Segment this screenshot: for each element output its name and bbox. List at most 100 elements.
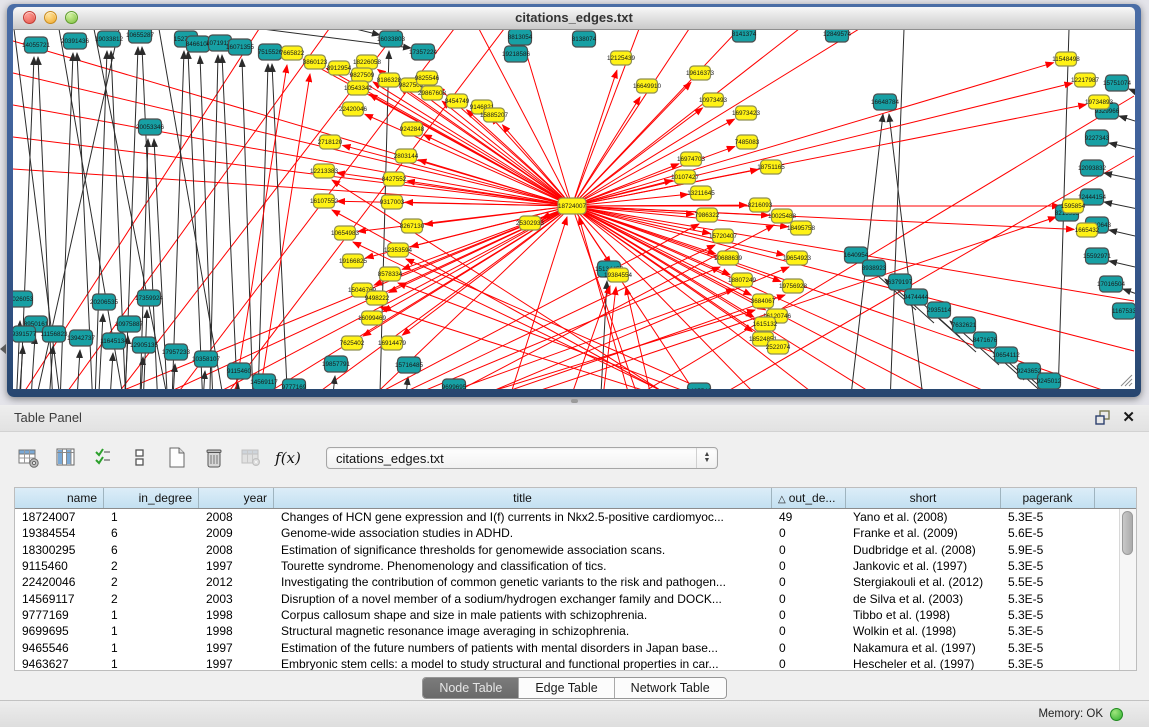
column-header-name[interactable]: name	[15, 488, 104, 508]
table-cell-in_degree[interactable]: 1	[104, 624, 199, 638]
table-cell-short[interactable]: Stergiakouli et al. (2012)	[846, 575, 1001, 589]
function-builder-icon[interactable]: f(x)	[275, 445, 301, 471]
graph-edge[interactable]	[75, 350, 80, 389]
table-cell-year[interactable]: 1997	[199, 641, 274, 655]
window-resize-grip[interactable]	[1117, 371, 1133, 387]
delete-table-icon[interactable]	[201, 445, 227, 471]
show-columns-icon[interactable]	[53, 445, 79, 471]
graph-edge[interactable]	[572, 105, 1086, 206]
table-cell-short[interactable]: Franke et al. (2009)	[846, 526, 1001, 540]
graph-edge[interactable]	[257, 64, 268, 389]
table-cell-out_de[interactable]: 0	[772, 526, 846, 540]
table-row[interactable]: 1456911722003Disruption of a novel membe…	[15, 590, 1120, 606]
graph-edge[interactable]	[419, 217, 1056, 389]
scrollbar-thumb[interactable]	[1122, 511, 1133, 555]
table-row[interactable]: 1830029562008Estimation of significance …	[15, 542, 1120, 558]
table-cell-year[interactable]: 2008	[199, 510, 274, 524]
graph-edge[interactable]	[572, 97, 640, 206]
table-cell-name[interactable]: 14569117	[15, 592, 104, 606]
graph-edge[interactable]	[626, 287, 659, 389]
table-cell-out_de[interactable]: 0	[772, 592, 846, 606]
graph-edge[interactable]	[299, 30, 380, 35]
graph-edge[interactable]	[599, 287, 616, 389]
panel-collapse-arrow-icon[interactable]	[0, 344, 6, 354]
table-cell-in_degree[interactable]: 2	[104, 592, 199, 606]
table-cell-title[interactable]: Estimation of the future numbers of pati…	[274, 641, 772, 655]
table-row[interactable]: 969969511998Structural magnetic resonanc…	[15, 623, 1120, 639]
graph-edge[interactable]	[29, 336, 35, 389]
table-cell-short[interactable]: Tibbo et al. (1998)	[846, 608, 1001, 622]
table-cell-name[interactable]: 19384554	[15, 526, 104, 540]
table-cell-year[interactable]: 1997	[199, 657, 274, 670]
graph-edge[interactable]	[171, 51, 184, 389]
table-row[interactable]: 1938455462009Genome-wide association stu…	[15, 525, 1120, 541]
table-cell-pagerank[interactable]: 5.3E-5	[1001, 559, 1095, 573]
table-cell-out_de[interactable]: 0	[772, 559, 846, 573]
table-cell-title[interactable]: Embryonic stem cells: a model to study s…	[274, 657, 772, 670]
window-titlebar[interactable]: citations_edges.txt	[13, 7, 1135, 30]
graph-edge[interactable]	[889, 114, 927, 389]
graph-edge[interactable]	[209, 206, 572, 389]
table-cell-pagerank[interactable]: 5.9E-5	[1001, 543, 1095, 557]
float-panel-icon[interactable]	[1095, 410, 1111, 425]
table-row[interactable]: 977716911998Corpus callosum shape and si…	[15, 607, 1120, 623]
table-row[interactable]: 946554611997Estimation of the future num…	[15, 639, 1120, 655]
column-header-short[interactable]: short	[846, 488, 1001, 508]
table-cell-year[interactable]: 2003	[199, 592, 274, 606]
table-selector-dropdown[interactable]: citations_edges.txt ▲▼	[326, 447, 718, 469]
graph-edge[interactable]	[402, 206, 572, 269]
column-header-out_de[interactable]: △out_de...	[772, 488, 846, 508]
table-cell-title[interactable]: Estimation of significance thresholds fo…	[274, 543, 772, 557]
table-cell-out_de[interactable]: 49	[772, 510, 846, 524]
table-cell-out_de[interactable]: 0	[772, 608, 846, 622]
table-cell-pagerank[interactable]: 5.3E-5	[1001, 608, 1095, 622]
graph-edge[interactable]	[397, 267, 789, 389]
table-cell-name[interactable]: 18300295	[15, 543, 104, 557]
table-cell-name[interactable]: 9465546	[15, 641, 104, 655]
graph-edge[interactable]	[1129, 89, 1135, 97]
table-options-icon[interactable]	[16, 445, 42, 471]
graph-edge[interactable]	[1123, 289, 1135, 298]
vertical-scrollbar[interactable]	[1119, 509, 1136, 670]
close-panel-icon[interactable]: ✕	[1122, 408, 1135, 428]
graph-edge[interactable]	[659, 156, 1134, 389]
table-cell-out_de[interactable]: 0	[772, 624, 846, 638]
citation-network-graph[interactable]: 1405572120391436190338121065528715276028…	[13, 30, 1135, 389]
table-cell-year[interactable]: 2008	[199, 543, 274, 557]
table-cell-short[interactable]: de Silva et al. (2003)	[846, 592, 1001, 606]
table-cell-out_de[interactable]: 0	[772, 641, 846, 655]
table-cell-title[interactable]: Disruption of a novel member of a sodium…	[274, 592, 772, 606]
table-cell-year[interactable]: 1997	[199, 559, 274, 573]
table-cell-in_degree[interactable]: 1	[104, 641, 199, 655]
table-cell-in_degree[interactable]: 6	[104, 526, 199, 540]
create-table-icon[interactable]	[164, 445, 190, 471]
table-cell-in_degree[interactable]: 2	[104, 575, 199, 589]
graph-edge[interactable]	[491, 117, 572, 206]
table-cell-year[interactable]: 2012	[199, 575, 274, 589]
network-canvas[interactable]: 1405572120391436190338121065528715276028…	[13, 30, 1135, 389]
graph-edge[interactable]	[159, 30, 229, 389]
table-row[interactable]: 911546021997Tourette syndrome. Phenomeno…	[15, 558, 1120, 574]
table-cell-name[interactable]: 9777169	[15, 608, 104, 622]
table-cell-name[interactable]: 9115460	[15, 559, 104, 573]
graph-edge[interactable]	[398, 283, 790, 389]
graph-edge[interactable]	[380, 307, 772, 389]
table-cell-in_degree[interactable]: 6	[104, 543, 199, 557]
table-cell-short[interactable]: Hescheler et al. (1997)	[846, 657, 1001, 670]
table-cell-short[interactable]: Yano et al. (2008)	[846, 510, 1001, 524]
table-row[interactable]: 2242004622012Investigating the contribut…	[15, 574, 1120, 590]
table-cell-name[interactable]: 9463627	[15, 657, 104, 670]
table-cell-short[interactable]: Wolkin et al. (1998)	[846, 624, 1001, 638]
table-cell-short[interactable]: Dudbridge et al. (2008)	[846, 543, 1001, 557]
table-cell-title[interactable]: Tourette syndrome. Phenomenology and cla…	[274, 559, 772, 573]
table-cell-pagerank[interactable]: 5.3E-5	[1001, 641, 1095, 655]
table-cell-out_de[interactable]: 0	[772, 657, 846, 670]
table-cell-pagerank[interactable]: 5.3E-5	[1001, 592, 1095, 606]
tab-node-table[interactable]: Node Table	[423, 678, 519, 698]
graph-edge[interactable]	[1109, 230, 1135, 239]
graph-edge[interactable]	[402, 206, 572, 335]
table-cell-pagerank[interactable]: 5.6E-5	[1001, 526, 1095, 540]
graph-edge[interactable]	[200, 56, 214, 389]
table-row[interactable]: 946362711997Embryonic stem cells: a mode…	[15, 656, 1120, 670]
graph-edge[interactable]	[1119, 116, 1135, 125]
